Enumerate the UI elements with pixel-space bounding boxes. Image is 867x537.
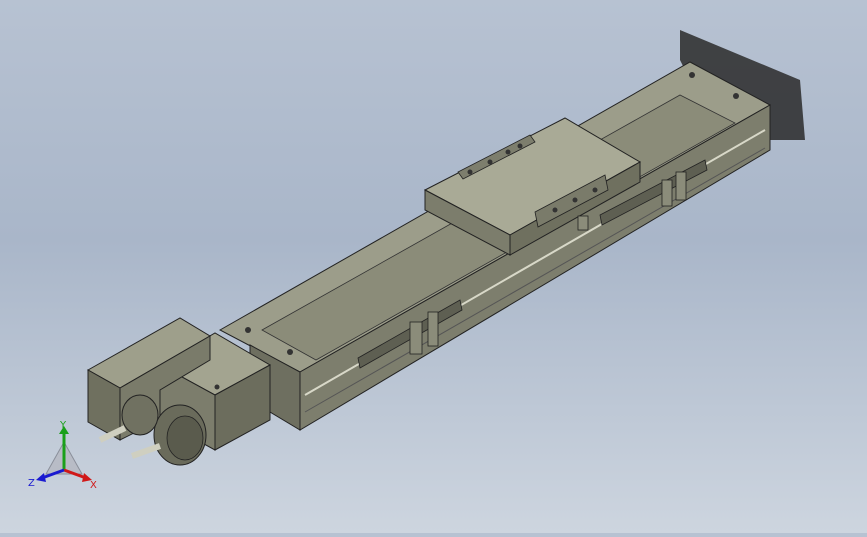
z-axis-arrow bbox=[36, 473, 46, 482]
bolt bbox=[552, 207, 558, 213]
sensor-block bbox=[427, 311, 439, 347]
motor-gear bbox=[121, 394, 159, 436]
z-axis-label: Z bbox=[28, 478, 35, 489]
sensor-block bbox=[409, 321, 423, 355]
graphics-viewport[interactable]: Y X Z bbox=[0, 0, 867, 533]
y-axis-label: Y bbox=[59, 420, 67, 431]
view-triad[interactable]: Y X Z bbox=[24, 418, 104, 498]
bolt bbox=[214, 384, 220, 390]
bolt bbox=[505, 149, 511, 155]
end-cap-hole bbox=[733, 93, 739, 99]
bolt bbox=[487, 159, 493, 165]
model-view[interactable] bbox=[0, 0, 867, 533]
bolt bbox=[592, 187, 598, 193]
sensor-block bbox=[661, 179, 673, 207]
bolt bbox=[572, 197, 578, 203]
sensor-block bbox=[675, 171, 687, 201]
end-cap-hole bbox=[287, 349, 293, 355]
cable-connector bbox=[130, 443, 162, 459]
bolt bbox=[517, 143, 523, 149]
x-axis-label: X bbox=[90, 480, 97, 491]
end-cap-hole bbox=[245, 327, 251, 333]
end-cap-hole bbox=[689, 72, 695, 78]
bolt bbox=[467, 169, 473, 175]
motor-flange-inner bbox=[166, 415, 204, 461]
sensor-block bbox=[577, 215, 589, 231]
